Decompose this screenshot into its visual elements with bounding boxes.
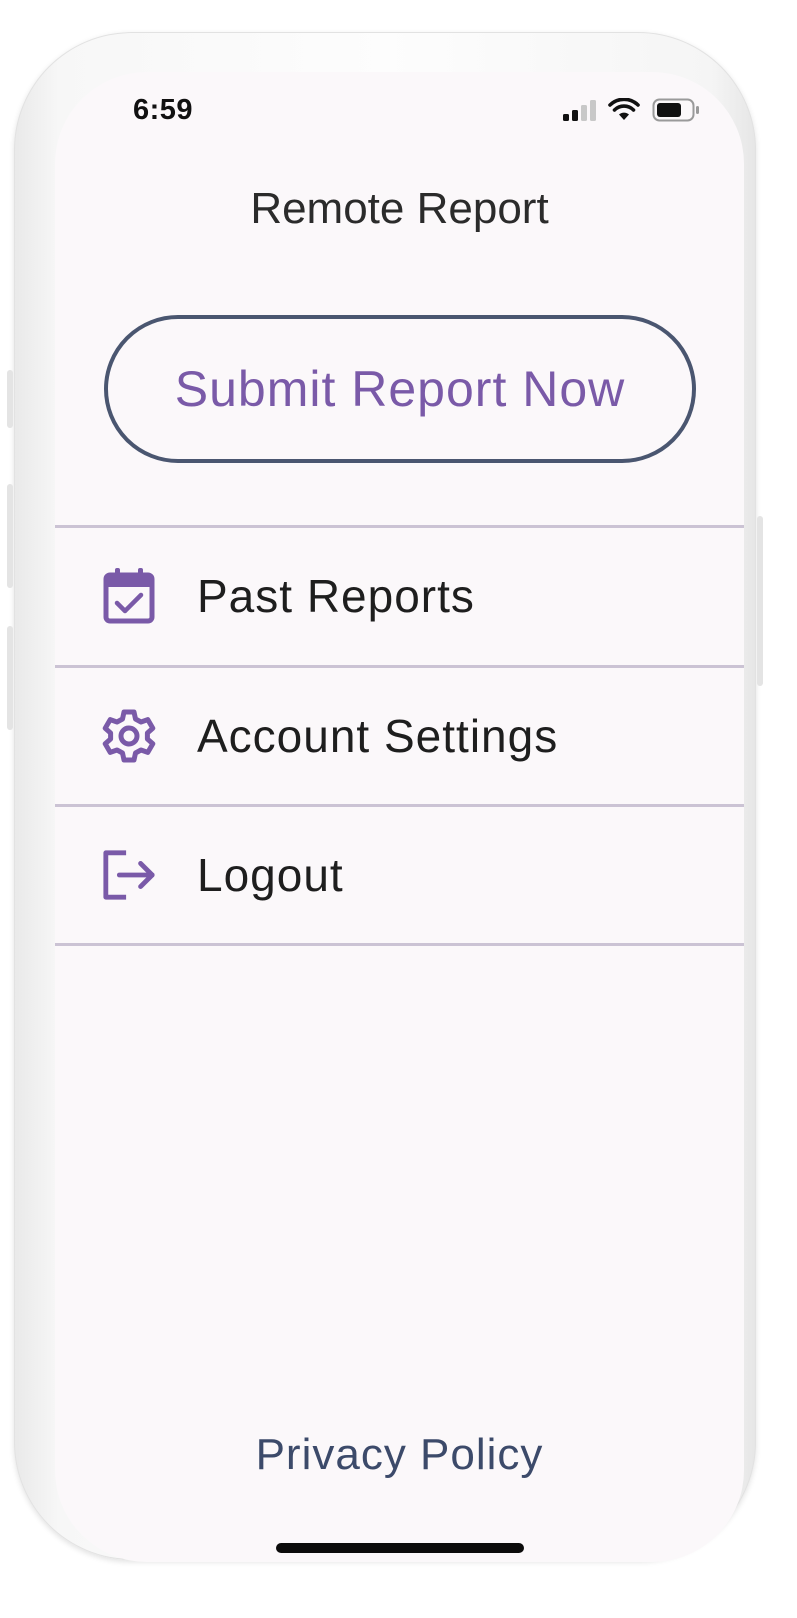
menu-item-account-settings[interactable]: Account Settings xyxy=(55,668,744,804)
calendar-check-icon xyxy=(101,568,157,624)
volume-down-button xyxy=(7,626,13,730)
volume-up-button xyxy=(7,484,13,588)
status-icons xyxy=(562,97,700,127)
gear-icon xyxy=(101,708,157,764)
silent-switch xyxy=(7,370,13,428)
divider xyxy=(55,943,744,946)
page-title: Remote Report xyxy=(250,184,549,233)
menu-item-logout[interactable]: Logout xyxy=(55,807,744,943)
submit-report-button[interactable]: Submit Report Now xyxy=(104,315,696,463)
home-indicator[interactable] xyxy=(276,1543,524,1553)
menu-item-label: Past Reports xyxy=(197,570,475,622)
battery-icon xyxy=(652,98,700,127)
privacy-policy-link[interactable]: Privacy Policy xyxy=(55,1430,744,1480)
menu-item-label: Logout xyxy=(197,849,344,901)
app-screen: 6:59 Remote Report Submit Report Now Pas… xyxy=(55,72,744,1562)
phone-frame: 6:59 Remote Report Submit Report Now Pas… xyxy=(7,32,763,1562)
menu-item-label: Account Settings xyxy=(197,710,559,762)
wifi-icon xyxy=(608,97,640,127)
logout-icon xyxy=(101,847,157,903)
power-button xyxy=(757,516,763,686)
status-time: 6:59 xyxy=(133,94,194,126)
menu-item-past-reports[interactable]: Past Reports xyxy=(55,528,744,664)
cellular-signal-icon xyxy=(562,99,596,126)
